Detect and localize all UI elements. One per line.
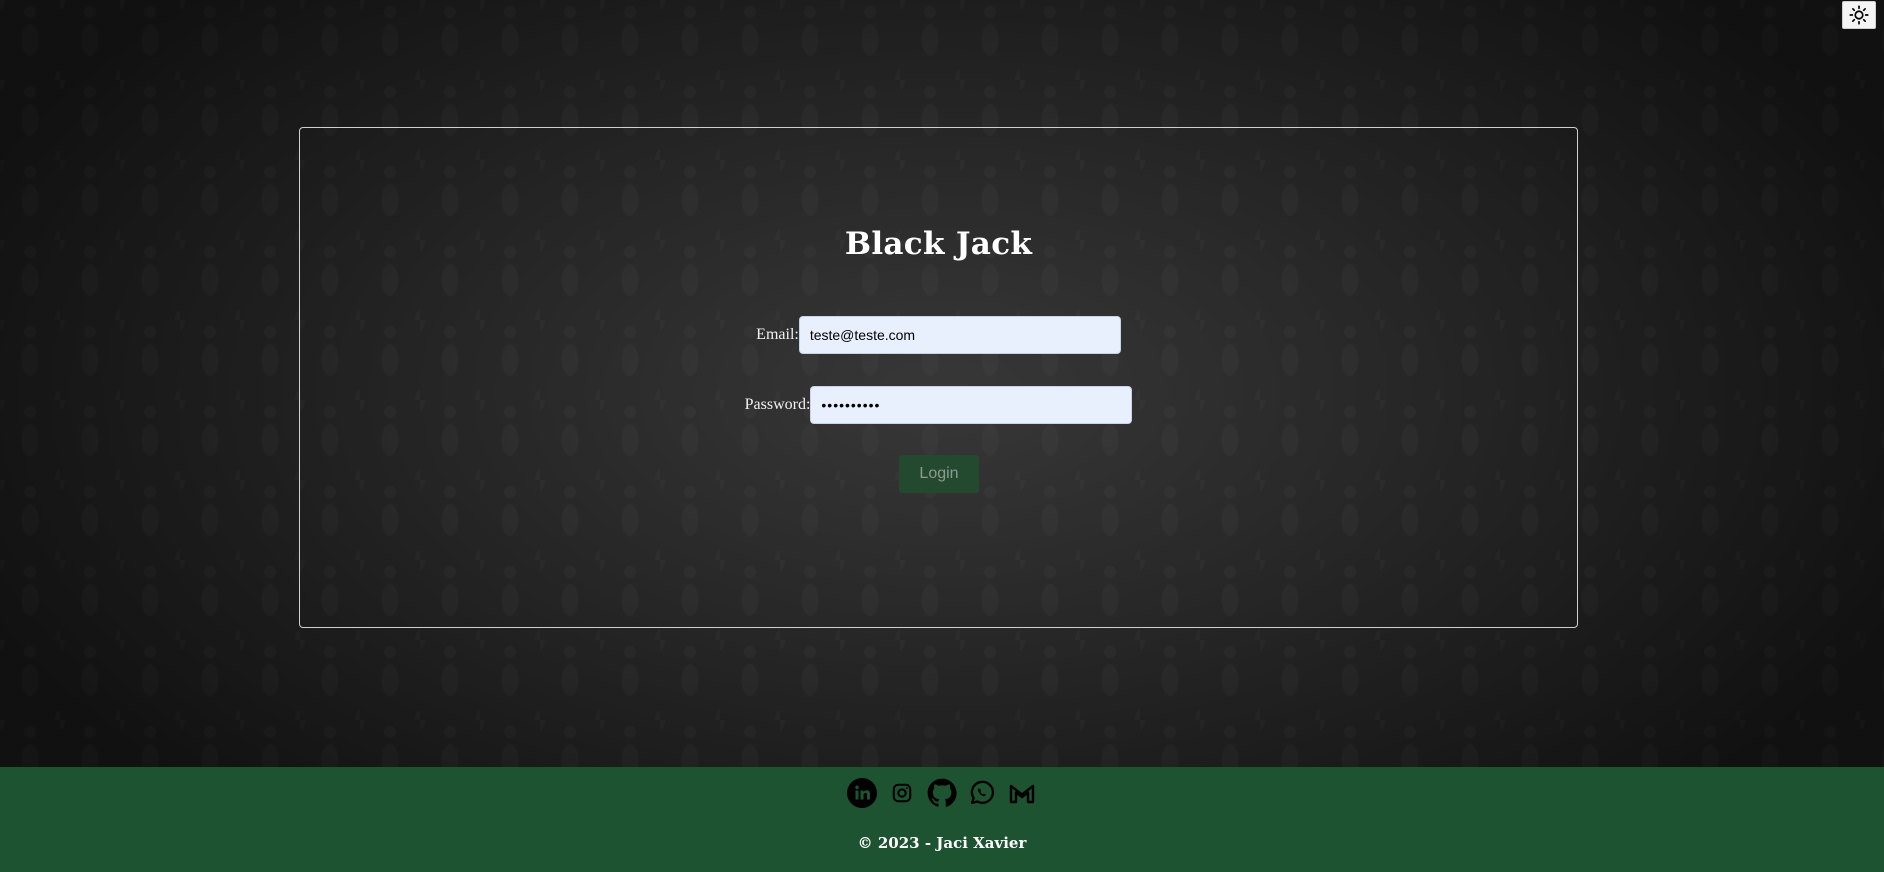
login-card: Black Jack Email: Password: Login [299, 127, 1578, 628]
instagram-icon [892, 783, 912, 803]
password-label: Password: [744, 396, 811, 413]
sun-icon [1849, 5, 1869, 25]
gmail-link[interactable] [1007, 778, 1037, 808]
instagram-link[interactable] [887, 778, 917, 808]
page-title: Black Jack [844, 226, 1033, 262]
github-icon [927, 778, 957, 807]
footer: © 2023 - Jaci Xavier [0, 767, 1884, 872]
copyright-text: © 2023 - Jaci Xavier [857, 834, 1027, 852]
password-row: Password: [300, 386, 1577, 424]
gmail-icon [1009, 784, 1035, 804]
login-button[interactable]: Login [899, 455, 979, 493]
whatsapp-icon [970, 780, 995, 805]
password-field[interactable] [810, 386, 1133, 424]
theme-toggle-button[interactable] [1842, 1, 1876, 29]
email-field[interactable] [798, 316, 1121, 354]
linkedin-icon [847, 778, 877, 808]
linkedin-link[interactable] [847, 778, 877, 808]
email-row: Email: [300, 316, 1577, 354]
whatsapp-link[interactable] [967, 778, 997, 808]
email-label: Email: [756, 326, 799, 343]
github-link[interactable] [927, 778, 957, 808]
social-links [0, 778, 1884, 808]
